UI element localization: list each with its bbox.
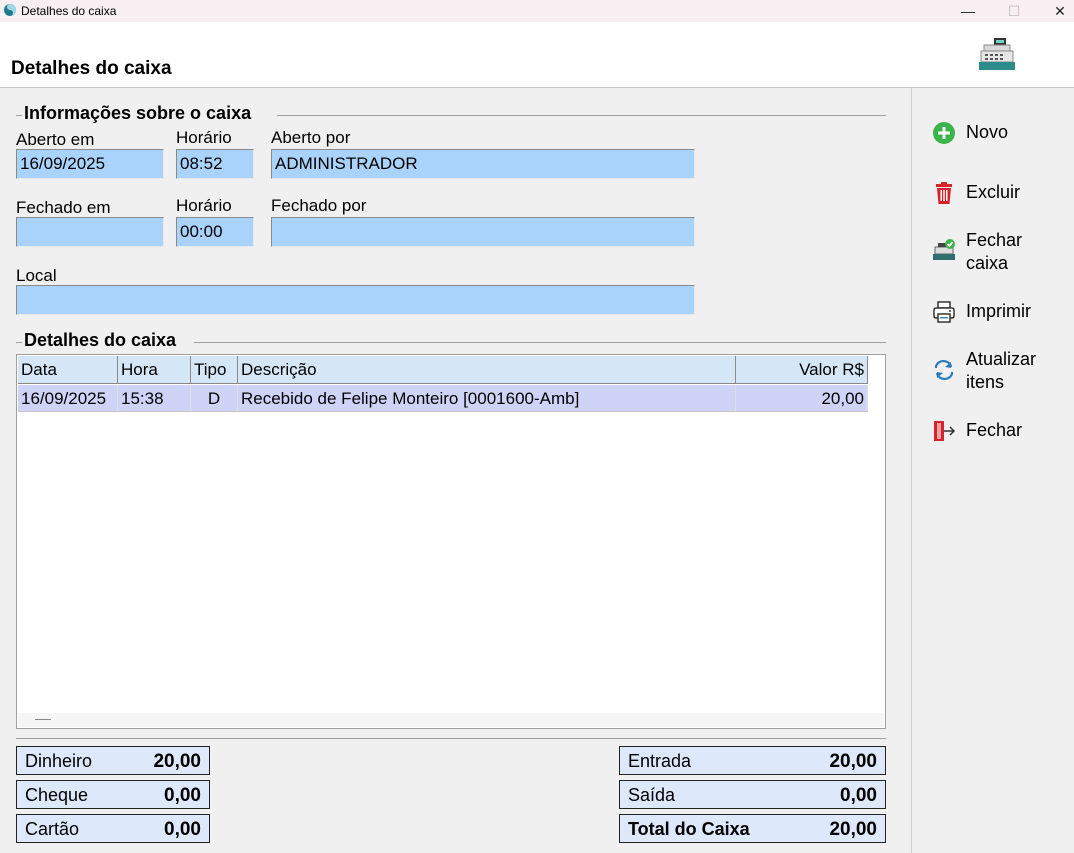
- entrada-box: Entrada 20,00: [619, 746, 886, 775]
- atualizar-button[interactable]: Atualizar itens: [932, 348, 1062, 394]
- sidebar-divider: [911, 88, 912, 853]
- closed-time-field[interactable]: 00:00: [176, 217, 254, 247]
- total-caixa-value: 20,00: [829, 819, 877, 840]
- opened-on-field[interactable]: 16/09/2025: [16, 149, 164, 179]
- local-field[interactable]: [16, 285, 695, 315]
- closed-on-label: Fechado em: [16, 198, 111, 217]
- app-icon: [4, 4, 16, 16]
- page-header: Detalhes do caixa: [0, 22, 1074, 88]
- closed-by-label: Fechado por: [271, 196, 367, 215]
- imprimir-button[interactable]: Imprimir: [932, 300, 1062, 324]
- exit-door-icon: [934, 421, 956, 441]
- info-group-title: Informações sobre o caixa: [24, 103, 252, 123]
- excluir-label: Excluir: [966, 182, 1021, 202]
- details-group-title: Detalhes do caixa: [24, 330, 177, 350]
- grid-header: Data Hora Tipo Descrição Valor R$: [18, 356, 868, 384]
- column-header-descricao[interactable]: Descrição: [238, 356, 736, 383]
- dinheiro-label: Dinheiro: [25, 751, 93, 771]
- saida-box: Saída 0,00: [619, 780, 886, 809]
- group-line-right: [194, 342, 886, 343]
- imprimir-label: Imprimir: [966, 301, 1031, 321]
- saida-label: Saída: [628, 785, 676, 805]
- column-header-valor[interactable]: Valor R$: [736, 356, 868, 383]
- opened-by-field[interactable]: ADMINISTRADOR: [271, 149, 695, 179]
- local-label: Local: [16, 266, 57, 285]
- grid-footer: [18, 713, 884, 727]
- closed-time-label: Horário: [176, 196, 232, 215]
- entrada-label: Entrada: [628, 751, 692, 771]
- opened-on-label: Aberto em: [16, 130, 95, 149]
- fechar-caixa-label: Fechar caixa: [966, 230, 1023, 273]
- fechar-label: Fechar: [966, 420, 1023, 440]
- cell-descricao: Recebido de Felipe Monteiro [0001600-Amb…: [238, 385, 736, 411]
- column-header-data[interactable]: Data: [18, 356, 118, 383]
- saida-value: 0,00: [840, 785, 877, 806]
- cell-hora: 15:38: [118, 385, 191, 411]
- plus-circle-icon: [933, 122, 955, 144]
- novo-label: Novo: [966, 122, 1009, 142]
- dinheiro-value: 20,00: [153, 751, 201, 772]
- refresh-icon: [934, 359, 954, 381]
- column-header-tipo[interactable]: Tipo: [191, 356, 238, 383]
- window-title: Detalhes do caixa: [21, 4, 117, 18]
- excluir-button[interactable]: Excluir: [932, 181, 1062, 205]
- group-line-right: [277, 115, 886, 116]
- table-row[interactable]: 16/09/2025 15:38 D Recebido de Felipe Mo…: [18, 385, 868, 412]
- atualizar-label: Atualizar itens: [966, 349, 1037, 392]
- trash-icon: [936, 182, 952, 204]
- column-header-hora[interactable]: Hora: [118, 356, 191, 383]
- cartao-label: Cartão: [25, 819, 80, 839]
- entrada-value: 20,00: [829, 751, 877, 772]
- cell-data: 16/09/2025: [18, 385, 118, 411]
- window-titlebar: Detalhes do caixa — ☐ ✕: [0, 0, 1074, 22]
- printer-icon: [933, 301, 955, 323]
- cheque-label: Cheque: [25, 785, 89, 805]
- fechar-caixa-button[interactable]: Fechar caixa: [932, 229, 1062, 275]
- total-caixa-label: Total do Caixa: [628, 819, 750, 839]
- grid-footer-dash: [35, 719, 51, 720]
- novo-button[interactable]: Novo: [932, 121, 1062, 145]
- totals-divider: [16, 738, 886, 739]
- cartao-box: Cartão 0,00: [16, 814, 210, 843]
- group-line-left: [16, 342, 22, 343]
- maximize-button[interactable]: ☐: [991, 0, 1037, 22]
- opened-time-field[interactable]: 08:52: [176, 149, 254, 179]
- cheque-box: Cheque 0,00: [16, 780, 210, 809]
- opened-by-label: Aberto por: [271, 128, 351, 147]
- opened-time-label: Horário: [176, 128, 232, 147]
- close-window-button[interactable]: ✕: [1037, 0, 1074, 22]
- details-grid[interactable]: Data Hora Tipo Descrição Valor R$ 16/09/…: [16, 354, 886, 729]
- closed-on-field[interactable]: [16, 217, 164, 247]
- cheque-value: 0,00: [164, 785, 201, 806]
- dinheiro-box: Dinheiro 20,00: [16, 746, 210, 775]
- cash-register-check-icon: [933, 239, 955, 260]
- minimize-button[interactable]: —: [945, 0, 991, 22]
- group-line-left: [16, 115, 22, 116]
- cell-tipo: D: [191, 385, 238, 411]
- total-caixa-box: Total do Caixa 20,00: [619, 814, 886, 843]
- cell-valor: 20,00: [736, 385, 868, 411]
- cash-register-icon: [979, 38, 1015, 70]
- closed-by-field[interactable]: [271, 217, 695, 247]
- page-title: Detalhes do caixa: [11, 58, 172, 79]
- fechar-button[interactable]: Fechar: [932, 419, 1062, 443]
- cartao-value: 0,00: [164, 819, 201, 840]
